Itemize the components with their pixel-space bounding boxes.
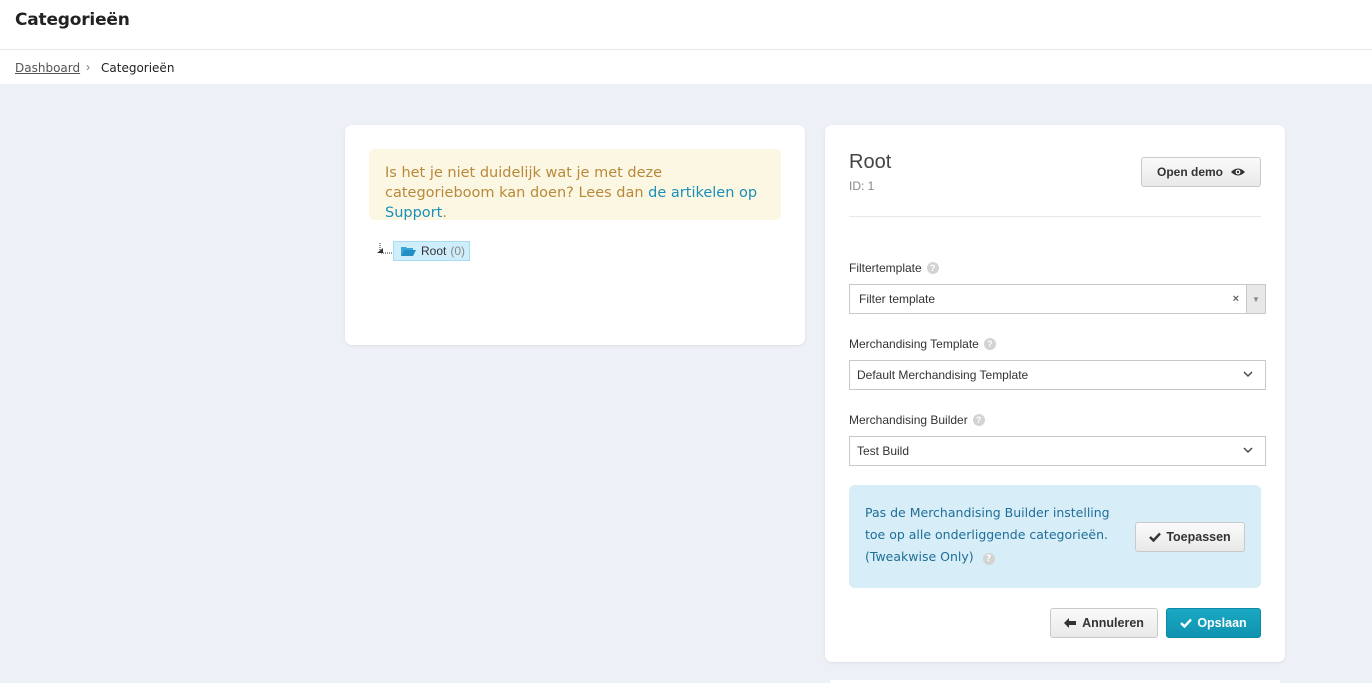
- open-demo-button[interactable]: Open demo: [1141, 157, 1261, 187]
- help-icon[interactable]: ?: [983, 338, 996, 350]
- save-label: Opslaan: [1197, 616, 1247, 630]
- breadcrumb-dashboard-link[interactable]: Dashboard: [15, 61, 80, 75]
- check-icon: [1149, 532, 1162, 542]
- category-title: Root: [849, 151, 892, 173]
- apply-builder-info-box: Pas de Merchandising Builder instelling …: [849, 485, 1261, 588]
- cancel-label: Annuleren: [1082, 616, 1144, 630]
- breadcrumb: Dashboard › Categorieën: [0, 50, 1372, 84]
- merchandising-template-label: Merchandising Template ?: [849, 337, 996, 351]
- merchandising-template-value: Default Merchandising Template: [857, 368, 1029, 382]
- apply-button[interactable]: Toepassen: [1135, 522, 1245, 552]
- category-detail-panel: Root ID: 1 Open demo Filtertemplate ? Fi…: [825, 125, 1285, 662]
- clear-icon[interactable]: ×: [1233, 293, 1239, 305]
- breadcrumb-separator: ›: [86, 60, 90, 74]
- merchandising-template-select[interactable]: Default Merchandising Template: [849, 360, 1266, 390]
- apply-builder-info-text: Pas de Merchandising Builder instelling …: [865, 502, 1127, 568]
- help-icon[interactable]: ?: [926, 262, 939, 274]
- help-icon[interactable]: ?: [972, 414, 985, 426]
- page-title: Categorieën: [15, 10, 130, 30]
- header-divider: [849, 216, 1261, 217]
- help-notice: Is het je niet duidelijk wat je met deze…: [369, 149, 781, 221]
- dropdown-arrow-icon[interactable]: ▼: [1246, 285, 1265, 313]
- tree-node-root[interactable]: Root (0): [393, 241, 471, 261]
- merchandising-builder-label-text: Merchandising Builder: [849, 413, 968, 427]
- eye-icon: [1231, 168, 1245, 176]
- check-icon: [1180, 618, 1193, 628]
- merchandising-builder-value: Test Build: [857, 444, 910, 458]
- category-id: ID: 1: [849, 179, 875, 193]
- apply-label: Toepassen: [1166, 530, 1231, 544]
- filtertemplate-label-text: Filtertemplate: [849, 261, 922, 275]
- open-demo-label: Open demo: [1156, 165, 1223, 179]
- help-icon[interactable]: ?: [982, 553, 995, 565]
- filtertemplate-value: Filter template: [859, 292, 936, 306]
- folder-open-icon: [401, 247, 416, 256]
- merchandising-builder-label: Merchandising Builder ?: [849, 413, 985, 427]
- cancel-button[interactable]: Annuleren: [1050, 608, 1158, 638]
- tree-node-count: (0): [450, 244, 466, 258]
- filtertemplate-label: Filtertemplate ?: [849, 261, 939, 275]
- category-tree-panel: Is het je niet duidelijk wat je met deze…: [345, 125, 805, 345]
- merchandising-template-label-text: Merchandising Template: [849, 337, 979, 351]
- save-button[interactable]: Opslaan: [1166, 608, 1261, 638]
- merchandising-builder-select[interactable]: Test Build: [849, 436, 1266, 466]
- breadcrumb-current: Categorieën: [101, 61, 175, 75]
- filtertemplate-select[interactable]: Filter template × ▼: [849, 284, 1266, 314]
- chevron-down-icon: [1243, 371, 1253, 377]
- notice-text: Is het je niet duidelijk wat je met deze…: [385, 165, 663, 201]
- chevron-down-icon: [1243, 447, 1253, 453]
- arrow-left-icon: [1064, 618, 1077, 628]
- notice-text-end: .: [442, 205, 447, 221]
- tree-node-label: Root: [421, 244, 447, 258]
- top-header: Categorieën: [0, 0, 1372, 50]
